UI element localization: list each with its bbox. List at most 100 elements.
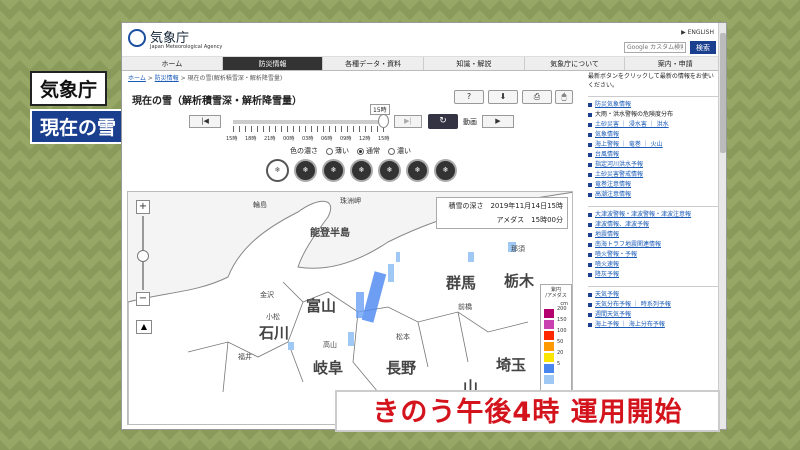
- prev-time-button[interactable]: |◀: [189, 115, 221, 128]
- nav-tab-knowledge[interactable]: 知識・解説: [424, 57, 525, 70]
- bullet-icon: [588, 152, 592, 157]
- sidebar-link-item[interactable]: 地震情報: [588, 230, 718, 240]
- sidebar-link-label[interactable]: 天気分布予報 ｜ 時系列予報: [595, 301, 671, 308]
- snowfall-layer-button[interactable]: ❄: [294, 159, 317, 182]
- sidebar-link-label[interactable]: 週間天気予報: [595, 311, 631, 318]
- scrollbar-thumb[interactable]: [720, 33, 726, 153]
- terrain-toggle-icon[interactable]: ▲: [136, 320, 152, 334]
- shade-option-light[interactable]: 薄い: [326, 146, 349, 156]
- nav-tab-data[interactable]: 各種データ・資料: [323, 57, 425, 70]
- snowfall-layer-button[interactable]: ❄: [378, 159, 401, 182]
- sidebar-link-item[interactable]: 週間天気予報: [588, 310, 718, 320]
- bullet-icon: [588, 242, 592, 247]
- sidebar-link-label[interactable]: 土砂災害 ｜ 浸水害 ｜ 洪水: [595, 121, 669, 128]
- sidebar-link-label[interactable]: 津波情報、津波予報: [595, 221, 649, 228]
- sidebar-link-label[interactable]: 南海トラフ地震関連情報: [595, 241, 661, 248]
- legend-title-line: /アメダス: [545, 293, 567, 299]
- print-button[interactable]: ⎙: [522, 90, 552, 104]
- nav-tab-guide[interactable]: 案内・申請: [625, 57, 726, 70]
- layer-buttons: ❄ ❄ ❄ ❄ ❄ ❄ ❄: [266, 159, 457, 182]
- sidebar-link-label[interactable]: 地震情報: [595, 231, 619, 238]
- sidebar-link-label[interactable]: 大津波警報・津波警報・津波注意報: [595, 211, 691, 218]
- time-slider-ticks: [233, 126, 385, 132]
- site-logo-english: Japan Meteorological Agency: [150, 44, 223, 50]
- time-slider-track[interactable]: [233, 120, 385, 124]
- sidebar-link-item[interactable]: 高潮注意情報: [588, 190, 718, 200]
- map-label: 岐阜: [313, 359, 344, 377]
- download-button[interactable]: ⬇: [488, 90, 518, 104]
- shade-selector: 色の濃さ 薄い 通常 濃い: [290, 146, 411, 156]
- tick-label: 00時: [283, 136, 295, 142]
- sidebar-link-item[interactable]: 天気分布予報 ｜ 時系列予報: [588, 300, 718, 310]
- sidebar-link-item[interactable]: 天気予報: [588, 290, 718, 300]
- latest-refresh-button[interactable]: ↻: [428, 114, 458, 129]
- snow-depth-layer-button[interactable]: ❄: [266, 159, 289, 182]
- sidebar-link-item[interactable]: 大津波警報・津波警報・津波注意報: [588, 210, 718, 220]
- breadcrumb-current: 現在の雪(解析積雪深・解析降雪量): [187, 75, 283, 82]
- radio-selected-icon[interactable]: [357, 147, 364, 155]
- mouse-icon[interactable]: 🖱: [555, 90, 573, 104]
- sidebar-link-label[interactable]: 気象情報: [595, 131, 619, 138]
- nav-tab-home[interactable]: ホーム: [122, 57, 223, 70]
- sidebar-link-item[interactable]: 降灰予報: [588, 270, 718, 280]
- bullet-icon: [588, 292, 592, 297]
- sidebar-link-label[interactable]: 降灰予報: [595, 271, 619, 278]
- snowfall-layer-button[interactable]: ❄: [434, 159, 457, 182]
- page-scrollbar[interactable]: [718, 23, 726, 429]
- breadcrumb-home[interactable]: ホーム: [128, 75, 146, 82]
- help-button[interactable]: ?: [454, 90, 484, 104]
- tick-label: 06時: [321, 136, 333, 142]
- sidebar-link-item[interactable]: 土砂災害 ｜ 浸水害 ｜ 洪水: [588, 120, 718, 130]
- zoom-slider-knob[interactable]: [137, 250, 149, 262]
- shade-option-normal[interactable]: 通常: [357, 146, 380, 156]
- next-time-button[interactable]: ▶|: [394, 115, 422, 128]
- jma-logo-icon[interactable]: [128, 29, 146, 47]
- bullet-icon: [588, 272, 592, 277]
- sidebar-link-label[interactable]: 防災気象情報: [595, 101, 631, 108]
- sidebar-link-item[interactable]: 津波情報、津波予報: [588, 220, 718, 230]
- legend-swatch: [544, 364, 554, 373]
- snowfall-layer-button[interactable]: ❄: [322, 159, 345, 182]
- time-slider-thumb[interactable]: [378, 114, 389, 128]
- sidebar-link-label[interactable]: 噴火警報・予報: [595, 251, 637, 258]
- bullet-icon: [588, 322, 592, 327]
- nav-tab-about[interactable]: 気象庁について: [525, 57, 626, 70]
- sidebar-link-label[interactable]: 竜巻注意情報: [595, 181, 631, 188]
- sidebar-link-item[interactable]: 防災気象情報: [588, 100, 718, 110]
- sidebar-link-label[interactable]: 台風情報: [595, 151, 619, 158]
- sidebar-link-item[interactable]: 竜巻注意情報: [588, 180, 718, 190]
- sidebar-link-label[interactable]: 海上予報 ｜ 海上分布予報: [595, 321, 665, 328]
- sidebar-link-label[interactable]: 高潮注意情報: [595, 191, 631, 198]
- radio-icon[interactable]: [326, 147, 333, 155]
- sidebar-link-item[interactable]: 台風情報: [588, 150, 718, 160]
- shade-option-dark[interactable]: 濃い: [388, 146, 411, 156]
- bullet-icon: [588, 302, 592, 307]
- nav-tab-disaster-info[interactable]: 防災情報: [222, 57, 324, 70]
- zoom-slider[interactable]: [137, 216, 149, 290]
- snowfall-layer-button[interactable]: ❄: [350, 159, 373, 182]
- sidebar-link-item[interactable]: 噴火速報: [588, 260, 718, 270]
- sidebar-link-item[interactable]: 指定河川洪水予報: [588, 160, 718, 170]
- breadcrumb-section[interactable]: 防災情報: [155, 75, 179, 82]
- sidebar-link-item[interactable]: 南海トラフ地震関連情報: [588, 240, 718, 250]
- play-button[interactable]: ▶: [482, 115, 514, 128]
- sidebar-link-item[interactable]: 噴火警報・予報: [588, 250, 718, 260]
- search-input[interactable]: [624, 42, 686, 53]
- sidebar-link-label[interactable]: 土砂災害警戒情報: [595, 171, 643, 178]
- sidebar-link-label[interactable]: 噴火速報: [595, 261, 619, 268]
- sidebar-link-label[interactable]: 海上警報 ｜ 竜巻 ｜ 火山: [595, 141, 663, 148]
- radio-icon[interactable]: [388, 147, 395, 155]
- sidebar-link-label[interactable]: 指定河川洪水予報: [595, 161, 643, 168]
- zoom-in-button[interactable]: +: [136, 200, 150, 214]
- search-button[interactable]: 検索: [690, 41, 716, 54]
- sidebar-link-item[interactable]: 気象情報: [588, 130, 718, 140]
- zoom-out-button[interactable]: −: [136, 292, 150, 306]
- english-link[interactable]: ▶ ENGLISH: [681, 29, 714, 36]
- sidebar-link-item[interactable]: 土砂災害警戒情報: [588, 170, 718, 180]
- sidebar-link-label[interactable]: 天気予報: [595, 291, 619, 298]
- sidebar-link-item[interactable]: 海上予報 ｜ 海上分布予報: [588, 320, 718, 330]
- snowfall-layer-button[interactable]: ❄: [406, 159, 429, 182]
- tick-label: 09時: [340, 136, 352, 142]
- sidebar-link-item[interactable]: 海上警報 ｜ 竜巻 ｜ 火山: [588, 140, 718, 150]
- map-label: 珠洲岬: [340, 197, 361, 205]
